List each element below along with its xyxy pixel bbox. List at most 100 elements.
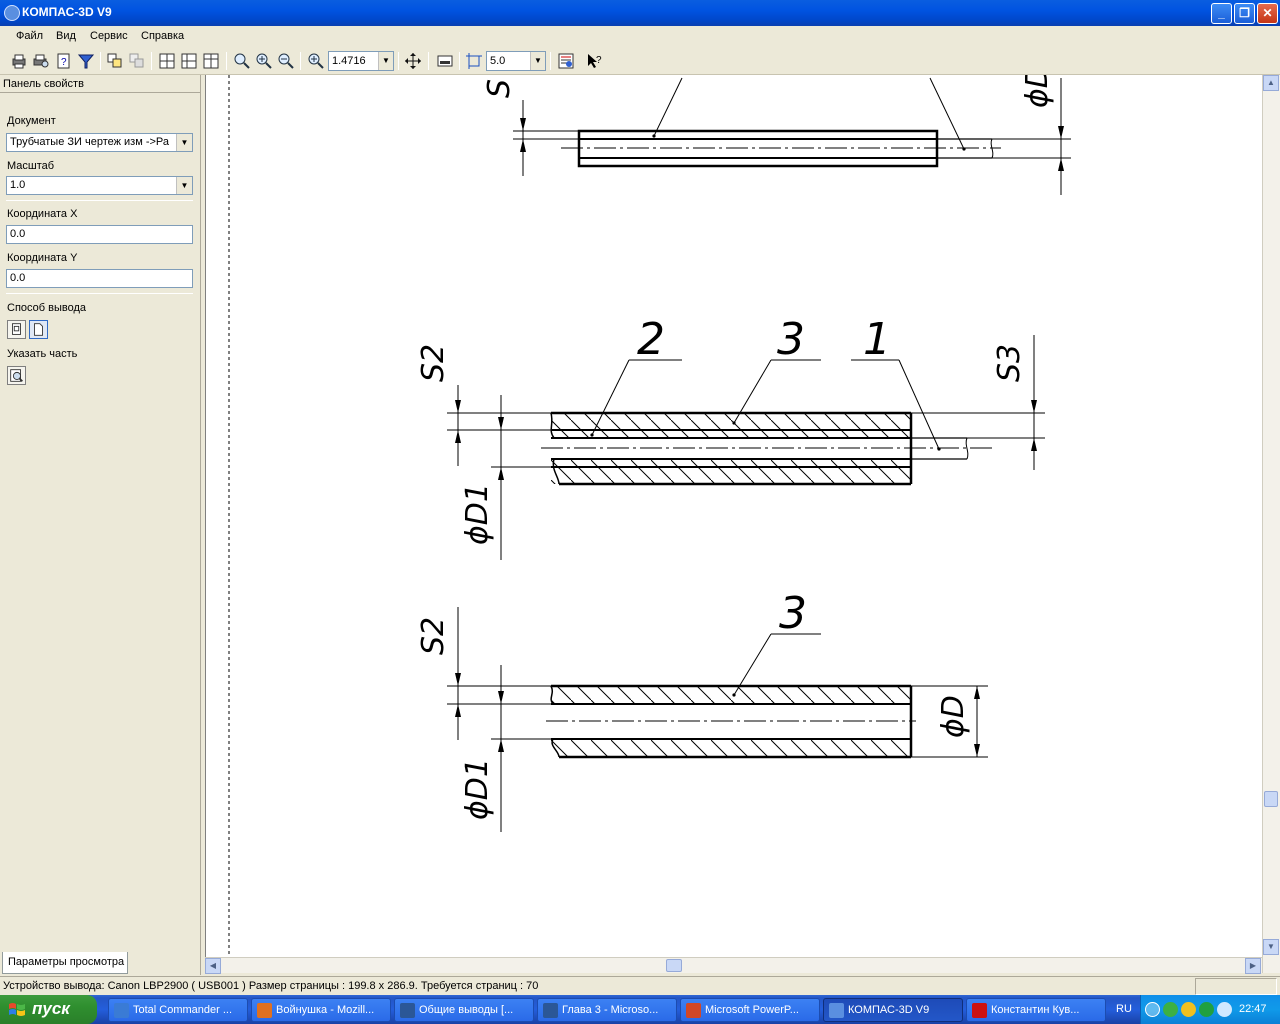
- app-icon: [972, 1003, 987, 1018]
- app-icon: [114, 1003, 129, 1018]
- language-indicator[interactable]: RU: [1116, 1003, 1132, 1015]
- snap-step-icon[interactable]: [465, 52, 483, 70]
- menu-service[interactable]: Сервис: [90, 30, 128, 42]
- grid-layout-3-icon[interactable]: [202, 52, 220, 70]
- leader-label-3: 3: [777, 314, 805, 365]
- scroll-down-icon[interactable]: ▼: [1263, 939, 1279, 955]
- tray-security-icon[interactable]: [1181, 1002, 1196, 1017]
- taskbar-button-label: Total Commander ...: [133, 1004, 233, 1016]
- tray-expand-icon[interactable]: [1145, 1002, 1160, 1017]
- clock: 22:47: [1239, 1003, 1267, 1015]
- chevron-down-icon[interactable]: ▼: [176, 134, 192, 151]
- dim-label-d1: ϕD1: [460, 758, 495, 820]
- close-button[interactable]: ✕: [1257, 3, 1278, 24]
- coord-x-field[interactable]: 0.0: [6, 225, 193, 244]
- dim-label-s2: S2: [416, 617, 451, 655]
- status-bar: Устройство вывода: Canon LBP2900 ( USB00…: [0, 976, 1280, 995]
- grid-layout-1-icon[interactable]: [158, 52, 176, 70]
- tray-antivirus-icon[interactable]: [1199, 1002, 1214, 1017]
- taskbar-button-label: Microsoft PowerP...: [705, 1004, 799, 1016]
- scale-value: 1.0: [10, 179, 26, 191]
- property-panel: Панель свойств Документ Трубчатые ЗИ чер…: [0, 75, 201, 975]
- taskbar: пуск Total Commander ... Войнушка - Mozil…: [0, 995, 1280, 1024]
- middle-assembly-section: 2 3 1 S2 S3 ϕD1: [416, 314, 1045, 560]
- toolbar: ? 1.4716 ▼ 5.0 ▼ ?: [0, 47, 1280, 75]
- taskbar-button[interactable]: Константин Кув...: [966, 998, 1106, 1022]
- vertical-scrollbar[interactable]: ▲ ▼: [1262, 75, 1280, 973]
- panel-header: Панель свойств: [0, 75, 201, 93]
- specify-part-button[interactable]: [7, 366, 26, 385]
- chevron-down-icon[interactable]: ▼: [530, 52, 545, 70]
- tab-view-parameters[interactable]: Параметры просмотра: [2, 952, 128, 974]
- start-label: пуск: [32, 999, 70, 1018]
- document-value: Трубчатые ЗИ чертеж изм ->Ра: [10, 136, 170, 148]
- coord-x-value: 0.0: [10, 228, 26, 240]
- tray-network-icon[interactable]: [1163, 1002, 1178, 1017]
- leader-label-1: 1: [863, 314, 891, 365]
- svg-text:?: ?: [596, 55, 602, 66]
- step-combo[interactable]: 5.0 ▼: [486, 51, 546, 71]
- chevron-down-icon[interactable]: ▼: [176, 177, 192, 194]
- output-fit-button[interactable]: [7, 320, 26, 339]
- taskbar-button[interactable]: Total Commander ...: [108, 998, 248, 1022]
- app-icon: [686, 1003, 701, 1018]
- zoom-scale-icon[interactable]: [307, 52, 325, 70]
- scroll-right-icon[interactable]: ▶: [1245, 958, 1261, 974]
- scroll-up-icon[interactable]: ▲: [1263, 75, 1279, 91]
- minimize-button[interactable]: _: [1211, 3, 1232, 24]
- context-help-icon[interactable]: ?: [586, 52, 604, 70]
- status-cell: [1195, 978, 1277, 995]
- step-value: 5.0: [490, 55, 506, 67]
- horizontal-scrollbar[interactable]: ◀ ▶: [205, 957, 1262, 974]
- restore-button[interactable]: ❐: [1234, 3, 1255, 24]
- zoom-in-icon[interactable]: [255, 52, 273, 70]
- leader-label-2: 2: [637, 314, 665, 365]
- tray-star-icon[interactable]: [1217, 1002, 1232, 1017]
- print-preview-icon[interactable]: [32, 52, 50, 70]
- zoom-icon[interactable]: [233, 52, 251, 70]
- chevron-down-icon[interactable]: ▼: [378, 52, 393, 70]
- zoom-value: 1.4716: [332, 55, 366, 67]
- dim-label-s2: S2: [416, 344, 451, 382]
- taskbar-button[interactable]: Войнушка - Mozill...: [251, 998, 391, 1022]
- sheet-view-icon[interactable]: [436, 52, 454, 70]
- scroll-left-icon[interactable]: ◀: [205, 958, 221, 974]
- print-icon[interactable]: [10, 52, 28, 70]
- top-dim-s: S: [482, 79, 517, 98]
- menu-help[interactable]: Справка: [141, 30, 184, 42]
- vertical-scroll-thumb[interactable]: [1264, 791, 1278, 807]
- grid-layout-2-icon[interactable]: [180, 52, 198, 70]
- start-button[interactable]: пуск: [0, 995, 97, 1024]
- taskbar-button-label: Константин Кув...: [991, 1004, 1080, 1016]
- taskbar-button[interactable]: Глава 3 - Microso...: [537, 998, 677, 1022]
- title-bar: КОМПАС-3D V9 _ ❐ ✕: [0, 0, 1280, 26]
- output-page-button[interactable]: [29, 320, 48, 339]
- taskbar-button[interactable]: Microsoft PowerP...: [680, 998, 820, 1022]
- pan-move-icon[interactable]: [404, 52, 422, 70]
- menu-file[interactable]: Файл: [16, 30, 43, 42]
- taskbar-button[interactable]: Общие выводы [...: [394, 998, 534, 1022]
- horizontal-scroll-thumb[interactable]: [666, 959, 682, 972]
- dim-label-d1: ϕD1: [460, 483, 495, 545]
- system-tray: 22:47: [1140, 995, 1280, 1024]
- print-settings-icon[interactable]: [557, 52, 575, 70]
- drawing-canvas[interactable]: S ϕD 2 3 1 S2 S3 ϕD1 3 S2 ϕD ϕD1: [205, 75, 1262, 957]
- taskbar-button-label: Глава 3 - Microso...: [562, 1004, 659, 1016]
- arrange-sheets-icon[interactable]: [106, 52, 124, 70]
- scale-select[interactable]: 1.0 ▼: [6, 176, 193, 195]
- taskbar-button[interactable]: КОМПАС-3D V9: [823, 998, 963, 1022]
- zoom-combo[interactable]: 1.4716 ▼: [328, 51, 394, 71]
- kompas-app-icon: [4, 5, 20, 21]
- document-label: Документ: [7, 115, 56, 127]
- windows-logo-icon: [9, 1003, 25, 1016]
- zoom-out-icon[interactable]: [277, 52, 295, 70]
- menu-view[interactable]: Вид: [56, 30, 76, 42]
- help-document-icon[interactable]: ?: [55, 52, 73, 70]
- filter-icon[interactable]: [77, 52, 95, 70]
- coord-y-field[interactable]: 0.0: [6, 269, 193, 288]
- top-view-fragment: S ϕD: [482, 75, 1071, 195]
- leader-label-3: 3: [779, 588, 807, 639]
- document-select[interactable]: Трубчатые ЗИ чертеж изм ->Ра ▼: [6, 133, 193, 152]
- arrange-sheets-disabled-icon[interactable]: [128, 52, 146, 70]
- coord-y-value: 0.0: [10, 272, 26, 284]
